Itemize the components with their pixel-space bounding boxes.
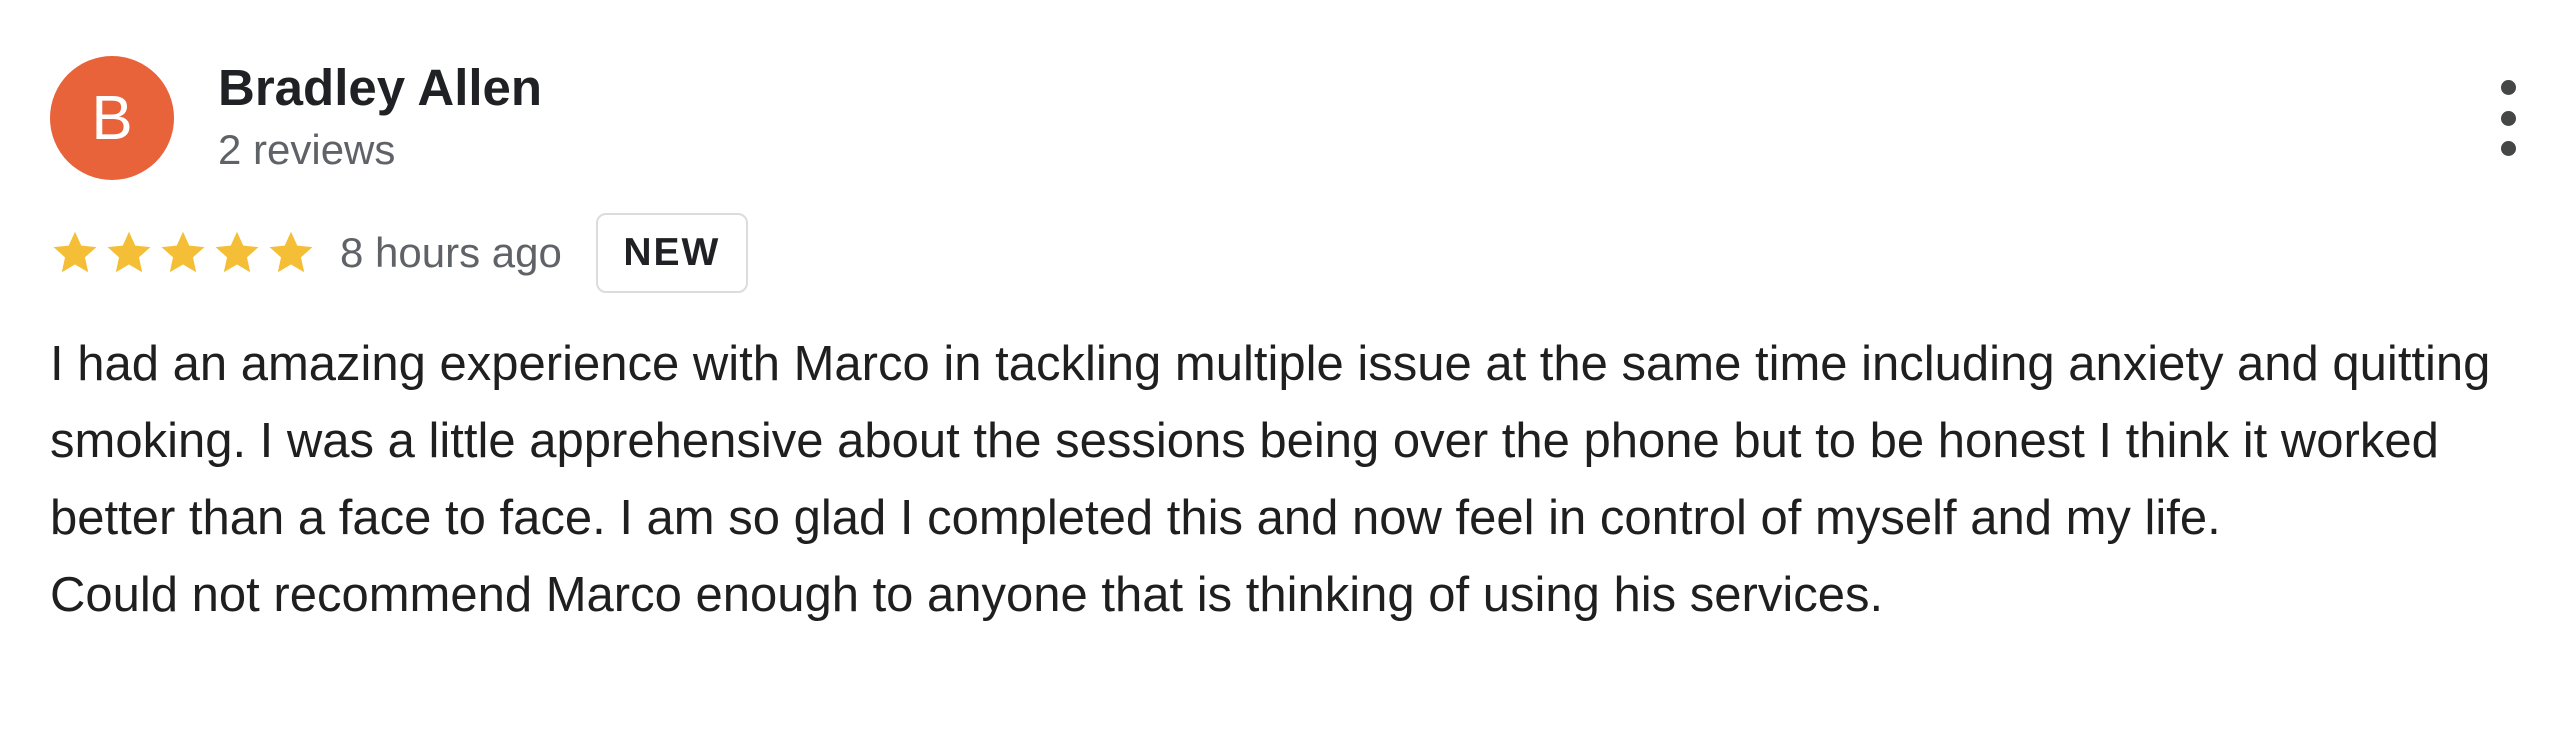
more-options-button[interactable] xyxy=(2488,80,2528,156)
star-rating xyxy=(48,210,318,296)
review-card: B Bradley Allen 2 reviews 8 hours ago NE… xyxy=(0,0,2558,756)
reviewer-name[interactable]: Bradley Allen xyxy=(218,58,542,118)
star-icon xyxy=(53,231,97,273)
new-badge: NEW xyxy=(595,213,748,293)
more-vertical-icon-dot xyxy=(2500,141,2516,156)
avatar[interactable]: B xyxy=(50,56,174,180)
star-icon xyxy=(161,231,205,273)
review-time: 8 hours ago xyxy=(340,229,562,276)
review-count[interactable]: 2 reviews xyxy=(218,124,395,176)
more-vertical-icon xyxy=(2500,80,2516,95)
rating-row: 8 hours ago NEW xyxy=(48,210,748,296)
avatar-initial: B xyxy=(91,83,133,153)
star-icon xyxy=(215,231,259,273)
more-vertical-icon-dot xyxy=(2500,110,2516,126)
review-text: I had an amazing experience with Marco i… xyxy=(50,337,2491,622)
star-icon xyxy=(269,231,313,273)
star-icon xyxy=(107,231,151,273)
